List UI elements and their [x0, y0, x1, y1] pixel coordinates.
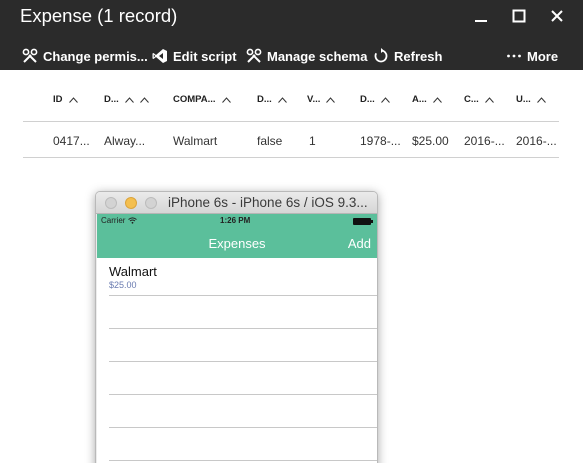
- manage-schema-button[interactable]: Manage schema: [246, 46, 367, 66]
- minimize-icon: [475, 20, 487, 22]
- edit-script-button[interactable]: Edit script: [152, 46, 237, 66]
- table-cell: 2016-...: [516, 134, 557, 148]
- battery-icon: [353, 218, 373, 225]
- blade-header: Expense (1 record) Change permis... Edit…: [0, 0, 583, 70]
- simulator-window[interactable]: iPhone 6s - iPhone 6s / iOS 9.3... Carri…: [95, 191, 378, 463]
- empty-list-row: [109, 329, 377, 362]
- table-cell: Walmart: [173, 134, 218, 148]
- wrench-icon: [246, 48, 262, 63]
- column-header-updated[interactable]: U...: [516, 94, 546, 105]
- grid-header-row: ID D... COMPA... D... V... D... A... C..…: [23, 70, 559, 122]
- maximize-icon: [512, 9, 526, 23]
- ios-nav-bar: Expenses Add: [97, 228, 377, 258]
- refresh-button[interactable]: Refresh: [373, 46, 442, 66]
- list-item-title: Walmart: [109, 264, 157, 279]
- phone-screen: Carrier 1:26 PM Expenses Add Walmart $25…: [97, 214, 377, 463]
- empty-list-row: [109, 395, 377, 428]
- blade-title: Expense (1 record): [20, 5, 178, 26]
- wrench-icon: [22, 48, 38, 63]
- list-item-subtitle: $25.00: [109, 280, 137, 290]
- column-header-version[interactable]: V...: [307, 94, 336, 105]
- minimize-button[interactable]: [471, 6, 491, 26]
- table-cell: 2016-...: [464, 134, 505, 148]
- change-permissions-button[interactable]: Change permis...: [22, 46, 148, 66]
- carrier-label: Carrier: [101, 216, 126, 225]
- expenses-list: Walmart $25.00: [97, 258, 377, 461]
- maximize-button[interactable]: [509, 6, 529, 26]
- empty-list-row: [109, 362, 377, 395]
- column-header-description[interactable]: D...: [104, 94, 149, 105]
- table-row[interactable]: 0417... Alway... Walmart false 1 1978-..…: [23, 122, 559, 158]
- nav-title: Expenses: [208, 236, 266, 251]
- visual-studio-icon: [152, 49, 167, 63]
- sort-arrow-icon: [536, 96, 546, 103]
- sort-arrow-icon: [139, 96, 149, 103]
- refresh-label: Refresh: [394, 48, 443, 64]
- table-cell: 0417...: [53, 134, 90, 148]
- wifi-icon: [128, 217, 138, 224]
- simulator-titlebar[interactable]: iPhone 6s - iPhone 6s / iOS 9.3...: [96, 192, 377, 214]
- column-header-amount[interactable]: A...: [412, 94, 442, 105]
- simulator-minimize-button[interactable]: [125, 197, 137, 209]
- column-header-company[interactable]: COMPA...: [173, 94, 231, 105]
- table-cell: 1: [309, 134, 316, 148]
- empty-list-row: [109, 428, 377, 461]
- list-item[interactable]: Walmart $25.00: [109, 258, 377, 296]
- simulator-close-button[interactable]: [105, 197, 117, 209]
- column-header-id[interactable]: ID: [53, 94, 78, 105]
- sort-arrow-icon: [326, 96, 336, 103]
- sort-arrow-icon: [432, 96, 442, 103]
- table-cell: 1978-...: [360, 134, 401, 148]
- column-header-deleted[interactable]: D...: [257, 94, 287, 105]
- sort-arrow-icon: [380, 96, 390, 103]
- column-header-created[interactable]: C...: [464, 94, 494, 105]
- column-header-date[interactable]: D...: [360, 94, 390, 105]
- sort-arrow-icon: [124, 96, 134, 103]
- simulator-title: iPhone 6s - iPhone 6s / iOS 9.3...: [168, 195, 368, 210]
- sort-arrow-icon: [68, 96, 78, 103]
- empty-list-row: [109, 296, 377, 329]
- table-cell: $25.00: [412, 134, 449, 148]
- change-permissions-label: Change permis...: [43, 48, 148, 64]
- more-label: More: [527, 48, 559, 64]
- ellipsis-icon: [507, 54, 521, 58]
- sort-arrow-icon: [484, 96, 494, 103]
- sort-arrow-icon: [277, 96, 287, 103]
- table-cell: Alway...: [104, 134, 146, 148]
- sort-arrow-icon: [221, 96, 231, 103]
- command-bar: Change permis... Edit script Manage sche…: [0, 40, 583, 70]
- more-button[interactable]: More: [506, 46, 558, 66]
- status-time: 1:26 PM: [220, 216, 251, 225]
- close-button[interactable]: [547, 6, 567, 26]
- table-cell: false: [257, 134, 283, 148]
- window-controls: [471, 6, 567, 26]
- simulator-zoom-button[interactable]: [145, 197, 157, 209]
- close-icon: [551, 10, 563, 22]
- manage-schema-label: Manage schema: [267, 48, 368, 64]
- refresh-icon: [374, 48, 388, 63]
- carrier-indicator: Carrier: [101, 216, 138, 225]
- edit-script-label: Edit script: [173, 48, 237, 64]
- records-grid: ID D... COMPA... D... V... D... A... C..…: [23, 70, 559, 158]
- ios-status-bar: Carrier 1:26 PM: [97, 214, 377, 228]
- add-button[interactable]: Add: [348, 236, 371, 251]
